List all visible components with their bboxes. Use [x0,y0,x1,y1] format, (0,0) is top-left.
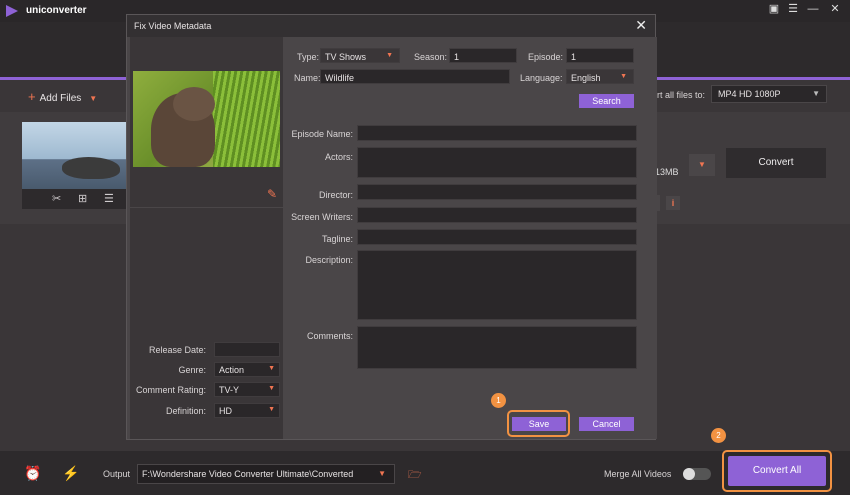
output-path-value: F:\Wondershare Video Converter Ultimate\… [142,469,354,479]
toggle-knob [683,468,695,480]
poster-image [133,71,280,167]
info-icon[interactable]: i [666,196,680,210]
release-date-input[interactable] [214,342,280,357]
dialog-title: Fix Video Metadata [134,21,212,31]
season-label: Season: [414,52,448,62]
dialog-header: Fix Video Metadata ✕ [127,15,655,37]
genre-value: Action [219,365,245,375]
merge-all-videos-label: Merge All Videos [604,469,672,479]
chevron-down-icon: ▼ [268,385,275,392]
add-files-button[interactable]: + Add Files ▼ [28,89,97,104]
app-window: uniconverter ▣ ☰ — ✕ + Add Files ▼ ert all… [0,0,850,495]
name-input[interactable]: Wildlife [320,69,510,84]
chevron-down-icon: ▼ [378,469,386,478]
chat-icon[interactable]: ▣ [767,2,781,16]
comments-input[interactable] [357,326,637,369]
screen-writers-label: Screen Writers: [291,212,353,222]
comments-label: Comments: [306,331,353,341]
convert-button[interactable]: Convert [726,148,826,178]
divider [130,207,283,208]
language-select[interactable]: English ▼ [566,69,634,84]
convert-all-to-label: ert all files to: [652,90,706,100]
actors-label: Actors: [324,152,353,162]
actors-input[interactable] [357,147,637,178]
screen-writers-input[interactable] [357,207,637,223]
save-button[interactable]: Save [512,417,566,431]
minimize-icon[interactable]: — [806,2,820,16]
type-label: Type: [297,52,320,62]
release-date-label: Release Date: [148,345,206,355]
crop-icon[interactable]: ⊞ [78,192,87,205]
chevron-down-icon: ▼ [620,73,627,80]
director-input[interactable] [357,184,637,200]
close-window-icon[interactable]: ✕ [828,2,842,16]
output-format-select[interactable]: MP4 HD 1080P ▼ [711,85,827,103]
scissors-icon[interactable]: ✂ [52,192,61,205]
episode-name-input[interactable] [357,125,637,141]
chevron-down-icon: ▼ [268,406,275,413]
type-value: TV Shows [325,52,367,62]
comment-rating-select[interactable]: TV-Y ▼ [214,382,280,397]
episode-input[interactable]: 1 [566,48,634,63]
type-select[interactable]: TV Shows ▼ [320,48,400,63]
convert-all-button[interactable]: Convert All [728,456,826,486]
menu-icon[interactable]: ☰ [786,2,800,16]
chevron-down-icon[interactable]: ▼ [689,154,715,176]
language-label: Language: [520,73,563,83]
grass-shape [213,71,280,167]
definition-label: Definition: [165,406,206,416]
definition-value: HD [219,406,232,416]
dialog-left-panel: ✎ Release Date: Genre: Action ▼ Comment … [130,37,283,439]
edit-image-icon[interactable]: ✎ [267,187,277,201]
definition-select[interactable]: HD ▼ [214,403,280,418]
description-input[interactable] [357,250,637,320]
step-badge-2: 2 [711,428,726,443]
episode-name-label: Episode Name: [291,129,353,139]
name-label: Name: [294,73,321,83]
video-thumbnail [22,122,128,189]
director-label: Director: [318,190,353,200]
folder-icon[interactable]: 🗁 [408,466,422,485]
seal-shape [62,157,120,179]
cancel-button[interactable]: Cancel [579,417,634,431]
genre-select[interactable]: Action ▼ [214,362,280,377]
search-button[interactable]: Search [579,94,634,108]
alarm-clock-icon[interactable]: ⏰ [24,465,41,482]
marmot-head-shape [173,87,215,121]
chevron-down-icon: ▼ [812,89,820,98]
add-files-label: Add Files [39,93,82,104]
episode-label: Episode: [528,52,564,62]
chevron-down-icon: ▼ [268,365,275,372]
output-label: Output [103,469,131,479]
logo-icon [6,5,18,17]
output-path-select[interactable]: F:\Wondershare Video Converter Ultimate\… [137,464,395,484]
sliders-icon[interactable]: ☰ [104,192,114,205]
output-format-value: MP4 HD 1080P [718,89,781,99]
comment-rating-label: Comment Rating: [135,385,206,395]
season-input[interactable]: 1 [449,48,517,63]
app-name: uniconverter [26,5,87,16]
merge-toggle[interactable] [683,468,711,480]
close-icon[interactable]: ✕ [635,17,647,34]
description-label: Description: [305,255,353,265]
thumbnail-toolbar: ✂ ⊞ ☰ [22,189,128,209]
comment-rating-value: TV-Y [219,385,240,395]
plus-icon: + [28,89,36,104]
step-badge-1: 1 [491,393,506,408]
chevron-down-icon: ▼ [386,52,393,59]
tagline-input[interactable] [357,229,637,245]
tagline-label: Tagline: [321,234,353,244]
chevron-down-icon[interactable]: ▼ [89,94,97,103]
fix-metadata-dialog: Fix Video Metadata ✕ ✎ Release Date: Gen… [126,14,657,440]
genre-label: Genre: [178,365,206,375]
dialog-right-panel: Type: TV Shows ▼ Season: 1 Episode: 1 Na… [283,37,657,439]
file-size: 13MB [655,167,679,177]
language-value: English [571,73,601,83]
lightning-icon[interactable]: ⚡ [62,465,79,482]
